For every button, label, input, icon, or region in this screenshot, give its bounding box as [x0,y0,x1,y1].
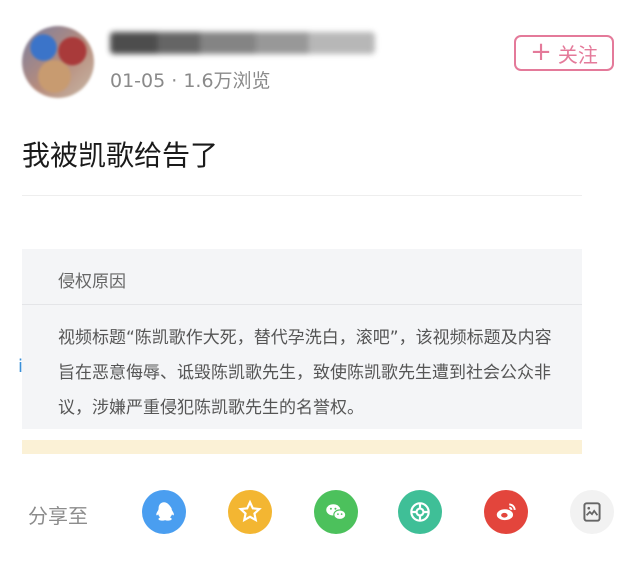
card-header: 侵权原因 [58,272,126,292]
share-label: 分享至 [28,504,88,528]
username-blurred[interactable] [110,32,375,54]
weibo-icon[interactable] [484,490,528,534]
moments-icon[interactable] [398,490,442,534]
plus-icon: + [530,36,552,67]
card-divider [22,304,582,305]
notice-strip [22,440,582,454]
qq-icon[interactable] [142,490,186,534]
qzone-star-icon[interactable] [228,490,272,534]
wechat-icon[interactable] [314,490,358,534]
follow-button[interactable]: + 关注 [514,35,614,71]
screenshot-icon[interactable] [570,490,614,534]
post-meta: 01-05 · 1.6万浏览 [110,70,271,92]
divider [22,195,582,196]
infringement-card: 侵权原因 视频标题“陈凯歌作大死，替代孕洗白，滚吧”，该视频标题及内容旨在恶意侮… [22,249,582,429]
follow-label: 关注 [557,42,598,67]
avatar[interactable] [22,26,94,98]
card-body: 视频标题“陈凯歌作大死，替代孕洗白，滚吧”，该视频标题及内容旨在恶意侮辱、诋毁陈… [58,328,552,418]
post-title: 我被凯歌给告了 [22,139,219,172]
